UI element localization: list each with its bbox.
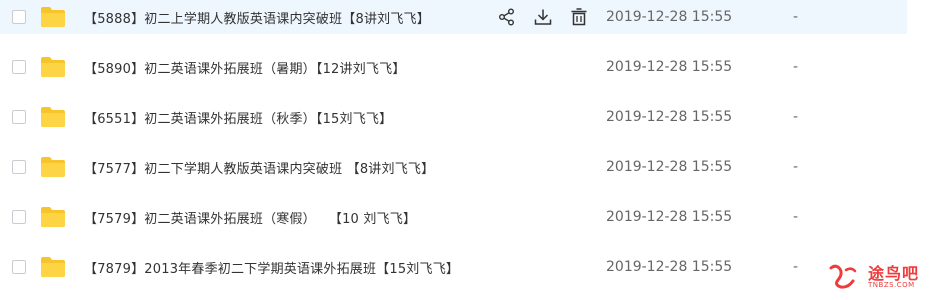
file-name[interactable]: 【5890】初二英语课外拓展班（暑期）【12讲刘飞飞】 — [84, 58, 406, 77]
share-icon — [499, 8, 514, 26]
folder-icon — [41, 257, 65, 277]
file-size: - — [793, 59, 799, 75]
file-size: - — [793, 209, 799, 225]
share-button[interactable] — [496, 6, 518, 28]
folder-icon — [41, 57, 65, 77]
folder-icon — [41, 207, 65, 227]
modified-date: 2019-12-28 15:55 — [606, 109, 733, 125]
file-row[interactable]: 【7879】2013年春季初二下学期英语课外拓展班【15刘飞飞】 2019-12… — [0, 250, 907, 284]
download-button[interactable] — [532, 6, 554, 28]
folder-icon — [41, 157, 65, 177]
file-name[interactable]: 【7879】2013年春季初二下学期英语课外拓展班【15刘飞飞】 — [84, 258, 459, 277]
modified-date: 2019-12-28 15:55 — [606, 59, 733, 75]
row-checkbox[interactable] — [12, 260, 26, 274]
row-checkbox[interactable] — [12, 210, 26, 224]
modified-date: 2019-12-28 15:55 — [606, 9, 733, 25]
row-checkbox[interactable] — [12, 10, 26, 24]
file-row[interactable]: 【5890】初二英语课外拓展班（暑期）【12讲刘飞飞】 2019-12-28 1… — [0, 50, 907, 84]
file-list: 【5888】初二上学期人教版英语课内突破班【8讲刘飞飞】 2019-12-28 … — [0, 0, 933, 300]
row-checkbox[interactable] — [12, 110, 26, 124]
row-actions — [496, 5, 604, 29]
watermark: 途鸟吧 TNBZS.COM — [828, 258, 928, 296]
file-size: - — [793, 259, 799, 275]
file-name[interactable]: 【5888】初二上学期人教版英语课内突破班【8讲刘飞飞】 — [84, 8, 430, 27]
download-icon — [534, 9, 552, 25]
file-size: - — [793, 9, 799, 25]
row-checkbox[interactable] — [12, 160, 26, 174]
file-row[interactable]: 【7577】初二下学期人教版英语课内突破班 【8讲刘飞飞】 2019-12-28… — [0, 150, 907, 184]
modified-date: 2019-12-28 15:55 — [606, 259, 733, 275]
file-row[interactable]: 【5888】初二上学期人教版英语课内突破班【8讲刘飞飞】 2019-12-28 … — [0, 0, 907, 34]
modified-date: 2019-12-28 15:55 — [606, 209, 733, 225]
file-size: - — [793, 109, 799, 125]
delete-button[interactable] — [568, 6, 590, 28]
file-size: - — [793, 159, 799, 175]
file-name[interactable]: 【6551】初二英语课外拓展班（秋季）【15刘飞飞】 — [84, 108, 392, 127]
file-name[interactable]: 【7577】初二下学期人教版英语课内突破班 【8讲刘飞飞】 — [84, 158, 434, 177]
file-row[interactable]: 【6551】初二英语课外拓展班（秋季）【15刘飞飞】 2019-12-28 15… — [0, 100, 907, 134]
file-name[interactable]: 【7579】初二英语课外拓展班（寒假） 【10 刘飞飞】 — [84, 208, 416, 227]
bird-logo-icon — [829, 264, 857, 289]
modified-date: 2019-12-28 15:55 — [606, 159, 733, 175]
trash-icon — [571, 8, 587, 26]
file-row[interactable]: 【7579】初二英语课外拓展班（寒假） 【10 刘飞飞】 2019-12-28 … — [0, 200, 907, 234]
watermark-subtext: TNBZS.COM — [868, 281, 915, 289]
row-checkbox[interactable] — [12, 60, 26, 74]
folder-icon — [41, 7, 65, 27]
folder-icon — [41, 107, 65, 127]
